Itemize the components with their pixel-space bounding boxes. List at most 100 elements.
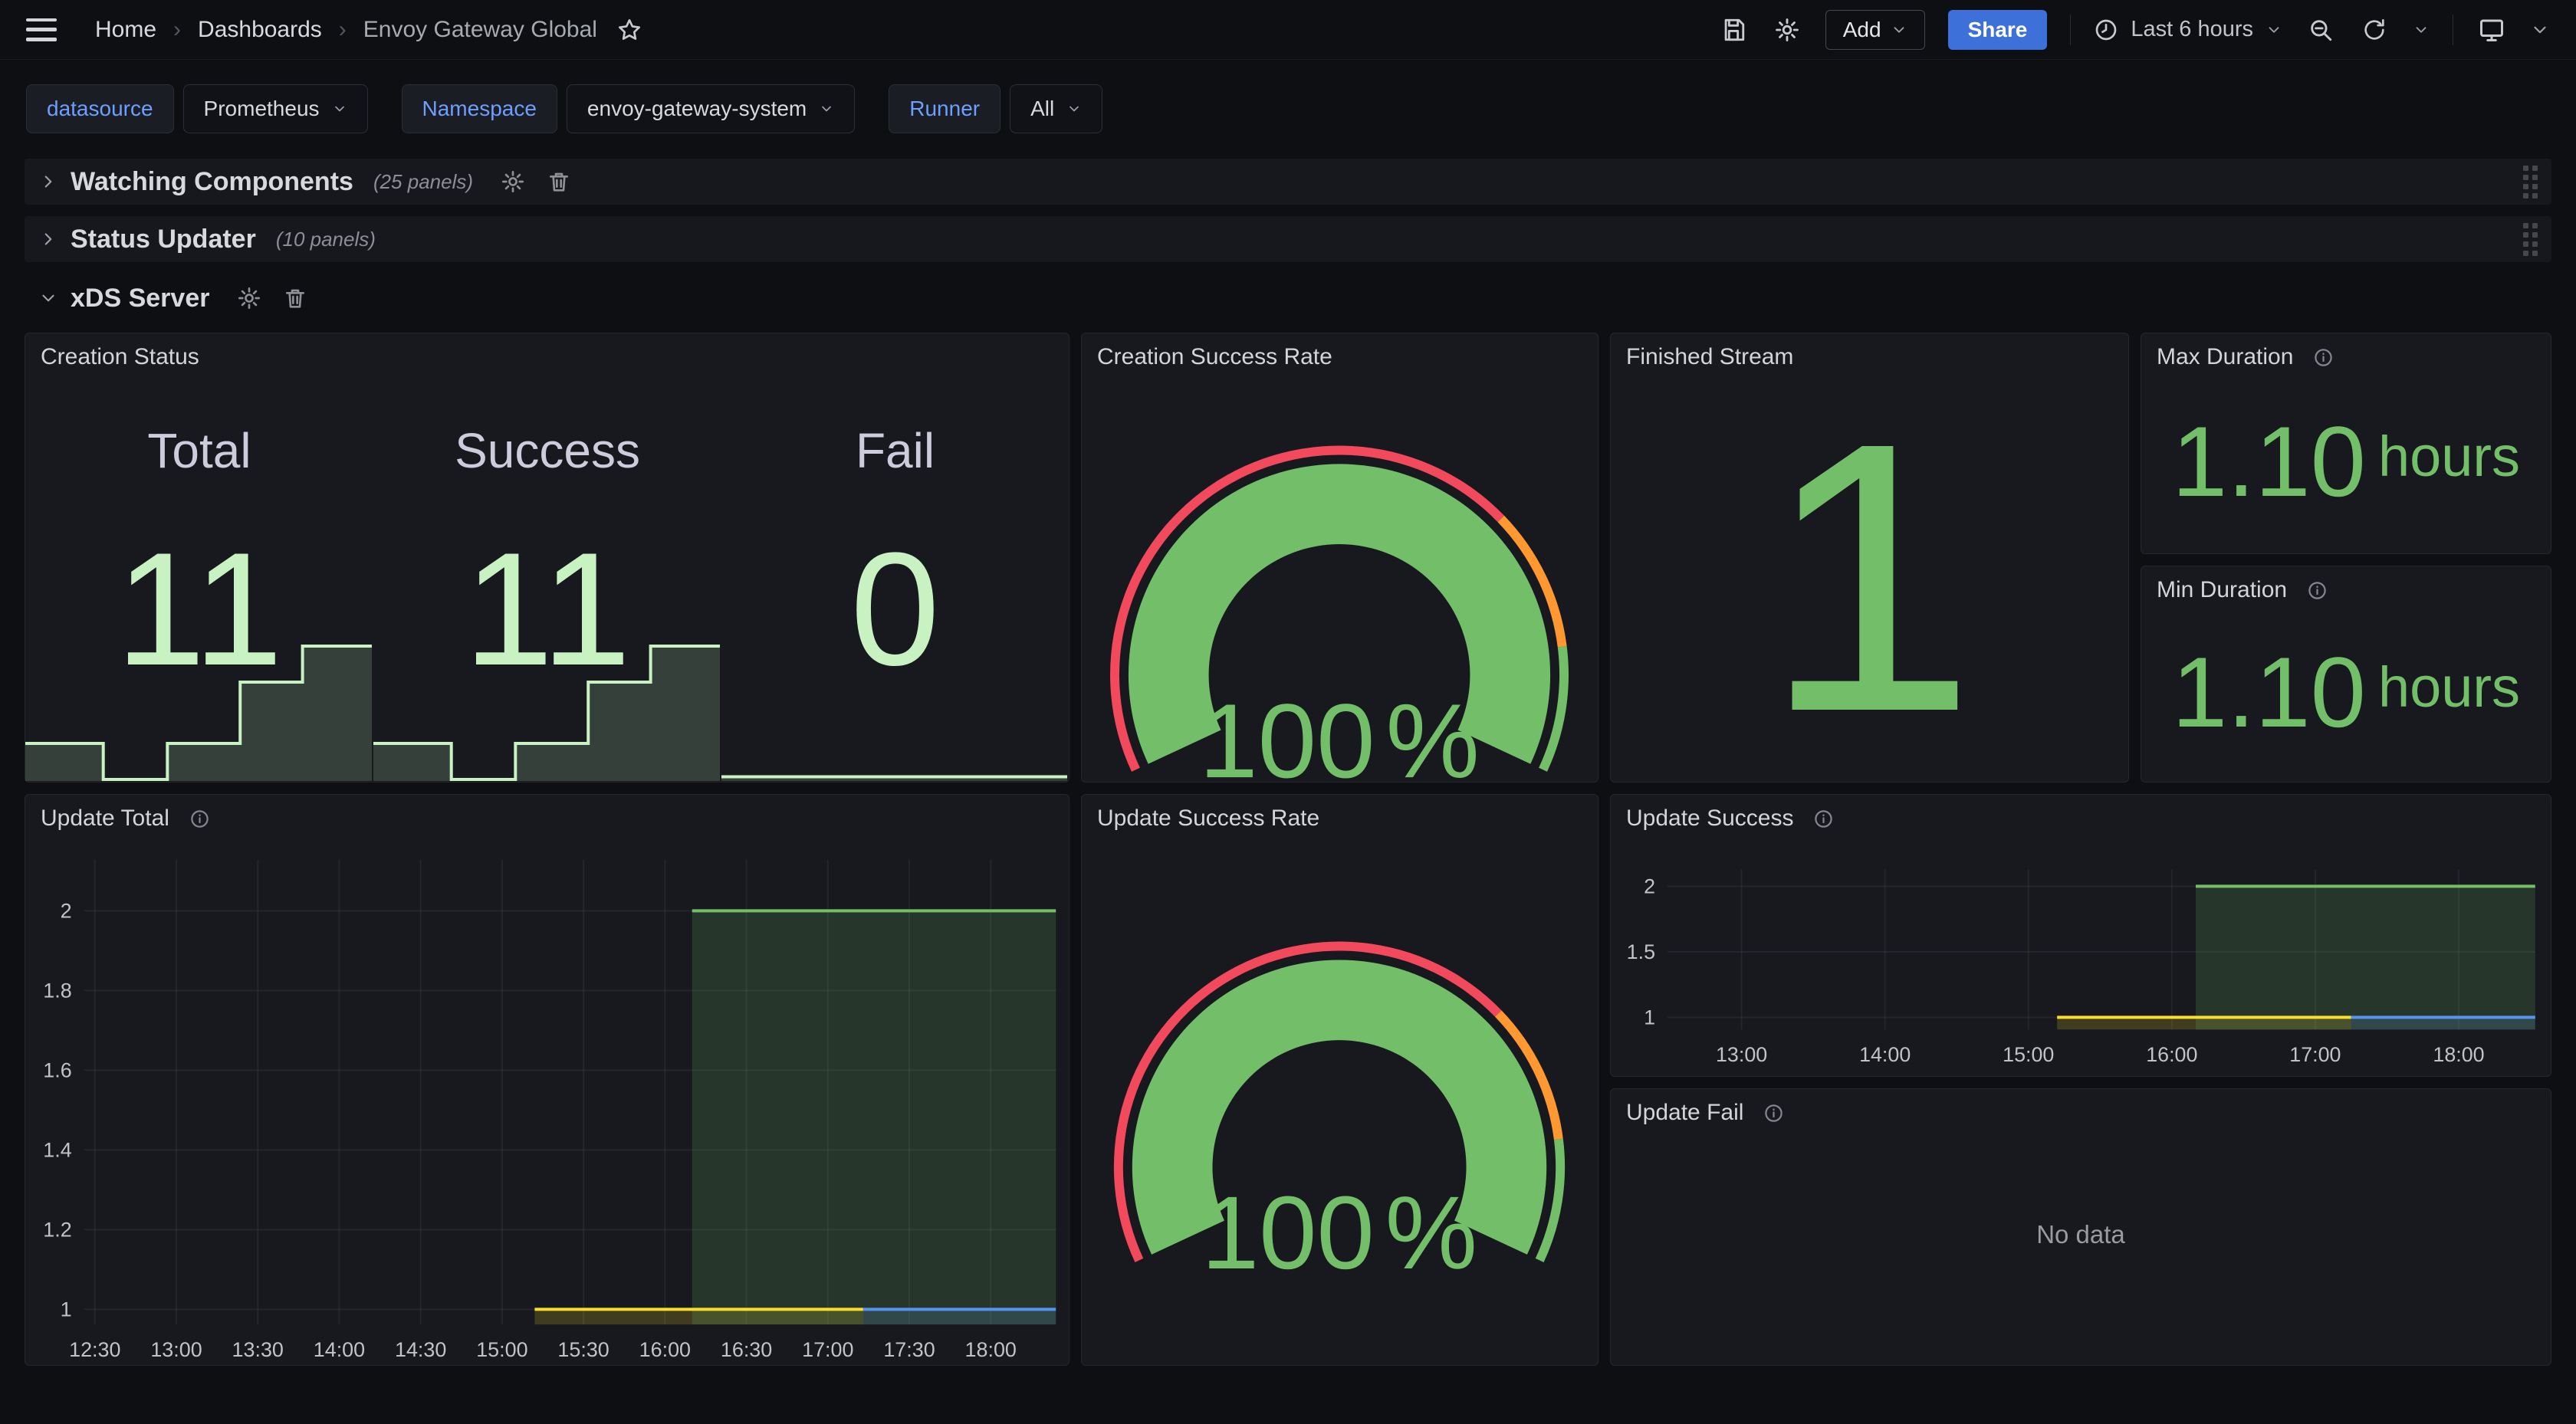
refresh-icon[interactable] xyxy=(2359,15,2390,45)
chevron-down-icon xyxy=(1891,21,1907,38)
svg-text:17:00: 17:00 xyxy=(2289,1043,2341,1066)
svg-text:15:00: 15:00 xyxy=(2003,1043,2054,1066)
row-watching-components[interactable]: Watching Components (25 panels) xyxy=(25,159,2551,205)
info-icon[interactable] xyxy=(189,809,210,829)
gauge-chart[interactable]: 100% xyxy=(1082,333,1598,782)
variable-label-datasource: datasource xyxy=(26,84,174,133)
breadcrumb-dashboards[interactable]: Dashboards xyxy=(198,17,322,43)
share-button-label: Share xyxy=(1968,18,2028,42)
panel-title[interactable]: Update Fail xyxy=(1626,1100,1743,1126)
collapse-nav-chevron-icon[interactable] xyxy=(2530,20,2550,40)
variable-value-text: All xyxy=(1030,97,1054,121)
no-data-message: No data xyxy=(1611,1089,2551,1365)
stat-label: Fail xyxy=(721,422,1069,479)
variable-value-text: envoy-gateway-system xyxy=(587,97,807,121)
variables-bar: datasource Prometheus Namespace envoy-ga… xyxy=(0,60,2576,147)
chevron-right-icon xyxy=(38,172,58,192)
gauge-chart[interactable]: 100% xyxy=(1082,795,1598,1365)
zoom-out-time-icon[interactable] xyxy=(2305,15,2336,45)
panel-title[interactable]: Max Duration xyxy=(2157,344,2293,370)
add-button[interactable]: Add xyxy=(1825,10,1925,50)
svg-text:18:00: 18:00 xyxy=(965,1338,1017,1361)
row-delete-icon[interactable] xyxy=(547,169,571,194)
row-title[interactable]: xDS Server xyxy=(71,284,209,313)
panel-title[interactable]: Creation Status xyxy=(41,344,199,370)
variable-value-datasource[interactable]: Prometheus xyxy=(183,84,368,133)
menu-icon[interactable] xyxy=(26,18,57,41)
variable-namespace: Namespace envoy-gateway-system xyxy=(402,84,856,133)
panel-title[interactable]: Finished Stream xyxy=(1626,344,1793,370)
panel-update-fail: Update Fail No data xyxy=(1610,1088,2551,1366)
row-title[interactable]: Status Updater xyxy=(71,225,256,254)
stat-total: Total 11 xyxy=(25,333,373,782)
svg-text:2: 2 xyxy=(1644,874,1655,897)
kiosk-mode-icon[interactable] xyxy=(2476,15,2507,45)
svg-text:1.5: 1.5 xyxy=(1627,940,1655,963)
row-status-updater[interactable]: Status Updater (10 panels) xyxy=(25,216,2551,262)
svg-text:1.2: 1.2 xyxy=(43,1218,71,1241)
svg-text:1.4: 1.4 xyxy=(43,1138,71,1161)
row-xds-server[interactable]: xDS Server xyxy=(25,274,2551,323)
svg-text:1: 1 xyxy=(1644,1006,1655,1029)
dashboard-settings-icon[interactable] xyxy=(1772,15,1802,45)
svg-text:17:00: 17:00 xyxy=(802,1338,853,1361)
info-icon[interactable] xyxy=(1763,1103,1784,1124)
share-button[interactable]: Share xyxy=(1948,10,2048,50)
top-nav: Home › Dashboards › Envoy Gateway Global… xyxy=(0,0,2576,60)
row-settings-icon[interactable] xyxy=(237,286,261,310)
breadcrumb-separator: › xyxy=(339,17,347,43)
stat-value: 1.10 xyxy=(2172,412,2366,511)
row-panel-count: (10 panels) xyxy=(276,228,376,251)
variable-runner: Runner All xyxy=(889,84,1102,133)
panel-title[interactable]: Min Duration xyxy=(2157,577,2287,603)
svg-text:16:30: 16:30 xyxy=(721,1338,772,1361)
stat-unit: hours xyxy=(2378,655,2520,720)
panel-update-total: Update Total 12:3013:0013:3014:0014:3015… xyxy=(25,794,1070,1366)
info-icon[interactable] xyxy=(1813,809,1834,829)
info-icon[interactable] xyxy=(2313,347,2334,368)
svg-text:16:00: 16:00 xyxy=(639,1338,691,1361)
row-drag-handle[interactable] xyxy=(2523,223,2538,256)
variable-datasource: datasource Prometheus xyxy=(26,84,368,133)
breadcrumb-home[interactable]: Home xyxy=(95,17,156,43)
stat-value: 1.10 xyxy=(2172,642,2366,742)
panel-title[interactable]: Creation Success Rate xyxy=(1097,344,1332,370)
row-title[interactable]: Watching Components xyxy=(71,167,353,197)
variable-label-runner: Runner xyxy=(889,84,1001,133)
row-drag-handle[interactable] xyxy=(2523,166,2538,199)
panel-title[interactable]: Update Success Rate xyxy=(1097,806,1319,832)
time-range-picker[interactable]: Last 6 hours xyxy=(2094,17,2282,42)
svg-text:14:30: 14:30 xyxy=(395,1338,446,1361)
row-settings-icon[interactable] xyxy=(501,169,525,194)
svg-text:13:30: 13:30 xyxy=(232,1338,284,1361)
panel-min-duration: Min Duration 1.10 hours xyxy=(2141,566,2551,783)
star-icon[interactable] xyxy=(614,15,645,45)
svg-text:1: 1 xyxy=(61,1298,72,1321)
info-icon[interactable] xyxy=(2307,580,2328,601)
svg-text:2: 2 xyxy=(61,899,72,922)
panel-title[interactable]: Update Total xyxy=(41,806,169,832)
svg-text:16:00: 16:00 xyxy=(2146,1043,2197,1066)
panel-title[interactable]: Update Success xyxy=(1626,806,1793,832)
time-range-label: Last 6 hours xyxy=(2131,17,2253,42)
variable-value-namespace[interactable]: envoy-gateway-system xyxy=(567,84,855,133)
panel-update-success-rate: Update Success Rate 100% xyxy=(1081,794,1598,1366)
refresh-interval-chevron-icon[interactable] xyxy=(2413,21,2430,38)
timeseries-chart[interactable]: 13:0014:0015:0016:0017:0018:0011.52 xyxy=(1611,795,2551,1076)
timeseries-chart[interactable]: 12:3013:0013:3014:0014:3015:0015:3016:00… xyxy=(25,795,1069,1365)
panel-update-success: Update Success 13:0014:0015:0016:0017:00… xyxy=(1610,794,2551,1077)
variable-value-text: Prometheus xyxy=(204,97,320,121)
svg-text:14:00: 14:00 xyxy=(314,1338,365,1361)
stat-value: 1 xyxy=(1611,333,2128,782)
panel-max-duration: Max Duration 1.10 hours xyxy=(2141,333,2551,554)
panel-finished-stream: Finished Stream 1 xyxy=(1610,333,2129,783)
svg-text:15:00: 15:00 xyxy=(476,1338,527,1361)
svg-text:14:00: 14:00 xyxy=(1859,1043,1911,1066)
variable-value-runner[interactable]: All xyxy=(1010,84,1102,133)
row-panel-count: (25 panels) xyxy=(373,170,473,194)
row-delete-icon[interactable] xyxy=(283,286,307,310)
stat-label: Total xyxy=(25,422,373,479)
svg-text:18:00: 18:00 xyxy=(2433,1043,2484,1066)
svg-text:1.6: 1.6 xyxy=(43,1058,71,1081)
save-dashboard-icon[interactable] xyxy=(1718,15,1749,45)
